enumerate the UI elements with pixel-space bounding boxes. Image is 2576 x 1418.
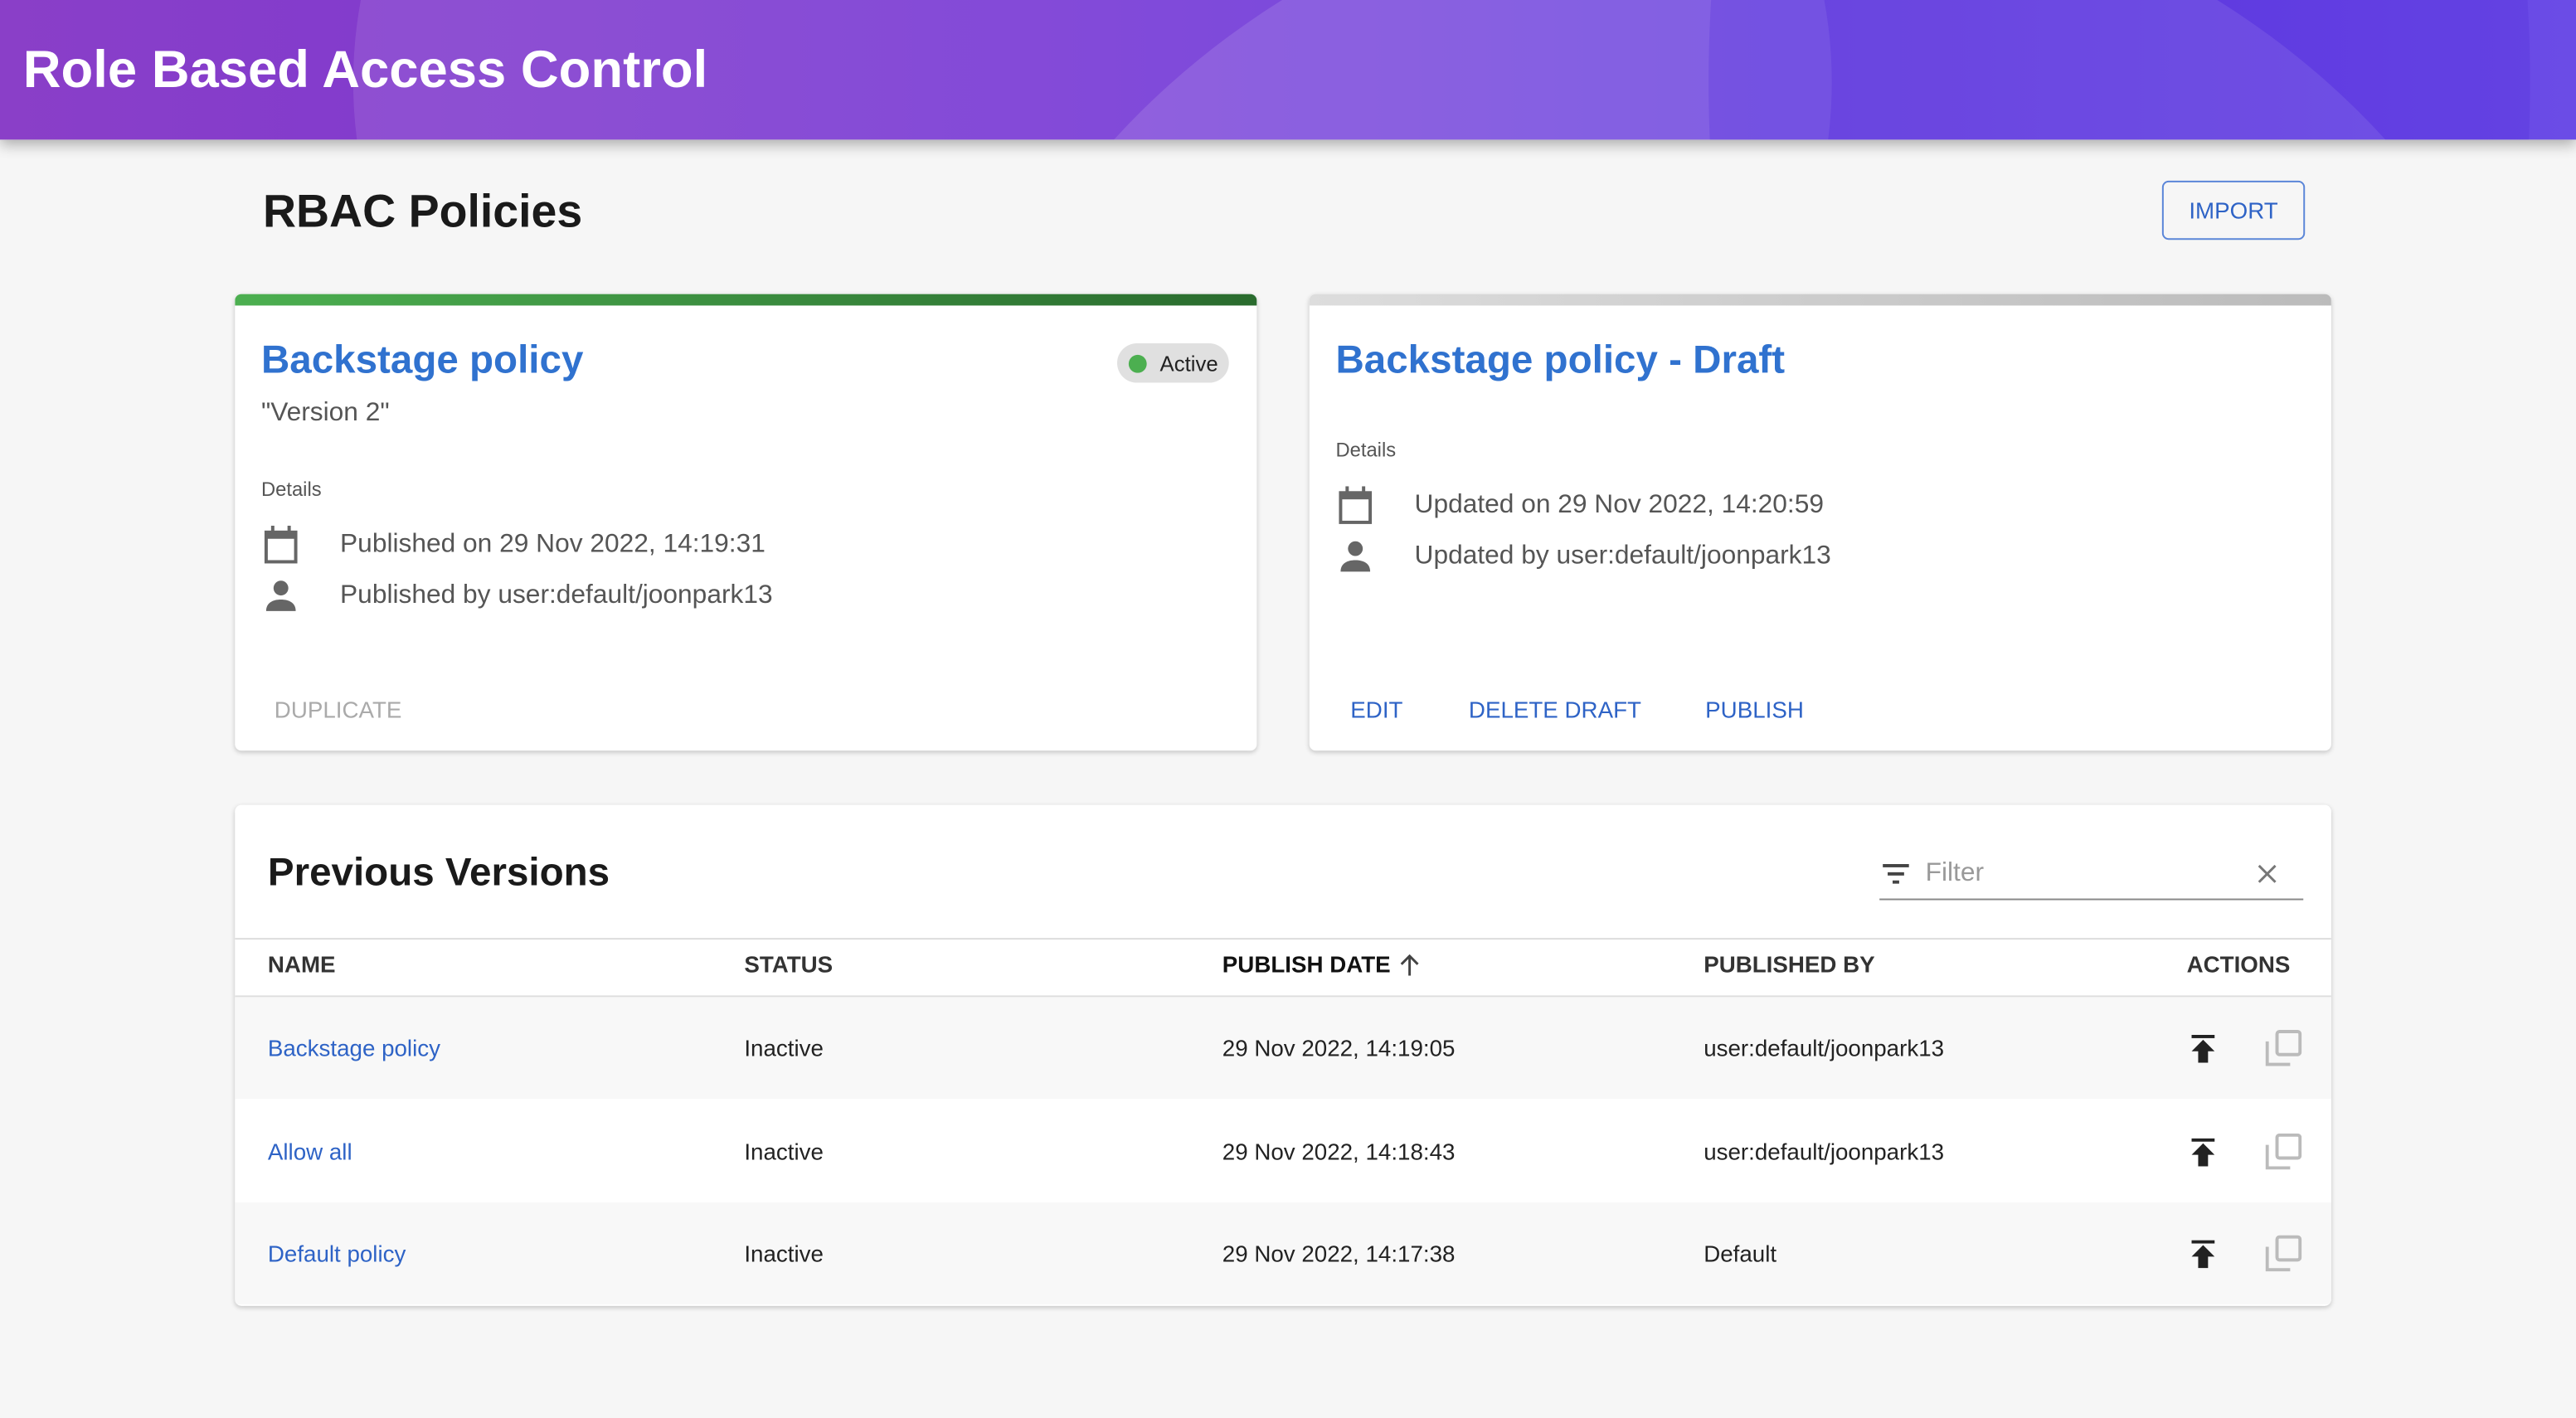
- duplicate-icon[interactable]: [2265, 1132, 2302, 1169]
- policy-description: "Version 2": [260, 399, 390, 428]
- active-policy-card: Backstage policy Active "Version 2" Deta…: [235, 294, 1257, 751]
- calendar-icon: [264, 525, 298, 564]
- header-decoration: [1708, 0, 2530, 140]
- draft-policy-card: Backstage policy - Draft Details Updated…: [1309, 294, 2331, 751]
- table-row: Backstage policy Inactive 29 Nov 2022, 1…: [235, 997, 2331, 1100]
- duplicate-icon[interactable]: [2265, 1235, 2302, 1272]
- policy-status: Inactive: [744, 1034, 824, 1061]
- status-bar: [1309, 294, 2331, 306]
- delete-draft-button[interactable]: DELETE DRAFT: [1469, 697, 1641, 723]
- status-label: Active: [1159, 350, 1218, 376]
- policy-status: Inactive: [744, 1240, 824, 1267]
- filter-icon: [1883, 863, 1909, 884]
- publish-date: 29 Nov 2022, 14:19:05: [1222, 1034, 1456, 1061]
- policy-name-link[interactable]: Default policy: [268, 1241, 406, 1267]
- policy-status: Inactive: [744, 1137, 824, 1164]
- filter-placeholder: Filter: [1925, 859, 1985, 887]
- details-label: Details: [1335, 438, 1397, 462]
- restore-publish-icon[interactable]: [2190, 1137, 2217, 1166]
- table-title: Previous Versions: [267, 851, 610, 896]
- table-row: Default policy Inactive 29 Nov 2022, 14:…: [235, 1202, 2331, 1304]
- previous-versions-table: Previous Versions Filter Name Status Pub…: [235, 804, 2331, 1306]
- policy-name-link[interactable]: Backstage policy: [268, 1035, 440, 1061]
- app-header: Role Based Access Control: [0, 0, 2576, 140]
- column-published-by[interactable]: Published By: [1704, 951, 1874, 978]
- edit-button[interactable]: EDIT: [1350, 697, 1402, 723]
- published-by: user:default/joonpark13: [1704, 1137, 1945, 1164]
- published-by: user:default/joonpark13: [1704, 1034, 1945, 1061]
- details-label: Details: [260, 478, 322, 502]
- column-status[interactable]: Status: [744, 951, 833, 978]
- duplicate-icon[interactable]: [2265, 1030, 2302, 1066]
- column-name[interactable]: Name: [268, 951, 336, 978]
- policy-name-link[interactable]: Allow all: [268, 1138, 352, 1164]
- clear-filter-icon[interactable]: [2258, 864, 2277, 884]
- person-icon: [1340, 541, 1371, 572]
- page-title: RBAC Policies: [262, 185, 583, 237]
- app-title: Role Based Access Control: [22, 39, 708, 99]
- duplicate-button[interactable]: DUPLICATE: [275, 697, 402, 723]
- column-publish-date-label: Publish Date: [1222, 950, 1391, 978]
- updated-on-row: Updated on 29 Nov 2022, 14:20:59: [1337, 486, 1824, 526]
- restore-publish-icon[interactable]: [2190, 1034, 2217, 1063]
- table-row: Allow all Inactive 29 Nov 2022, 14:18:43…: [235, 1100, 2331, 1202]
- updated-by-row: Updated by user:default/joonpark13: [1337, 541, 1831, 574]
- updated-by: Updated by user:default/joonpark13: [1414, 541, 1831, 571]
- publish-date: 29 Nov 2022, 14:18:43: [1222, 1137, 1456, 1164]
- column-publish-date[interactable]: Publish Date: [1222, 951, 1421, 978]
- active-dot-icon: [1128, 353, 1147, 372]
- updated-on: Updated on 29 Nov 2022, 14:20:59: [1414, 491, 1824, 519]
- published-by: Published by user:default/joonpark13: [340, 581, 773, 609]
- calendar-icon: [1339, 486, 1373, 524]
- publish-button[interactable]: PUBLISH: [1705, 697, 1804, 723]
- published-on-row: Published on 29 Nov 2022, 14:19:31: [263, 525, 766, 566]
- published-by: Default: [1704, 1240, 1777, 1267]
- draft-title[interactable]: Backstage policy - Draft: [1335, 338, 1785, 384]
- published-by-row: Published by user:default/joonpark13: [263, 580, 773, 613]
- published-on: Published on 29 Nov 2022, 14:19:31: [340, 530, 766, 559]
- restore-publish-icon[interactable]: [2190, 1240, 2217, 1269]
- status-bar: [235, 294, 1257, 306]
- import-button[interactable]: IMPORT: [2161, 180, 2306, 240]
- sort-ascending-icon: [1401, 953, 1420, 975]
- status-badge: Active: [1117, 343, 1229, 383]
- column-actions: Actions: [2186, 950, 2291, 978]
- policy-title[interactable]: Backstage policy: [261, 338, 583, 384]
- publish-date: 29 Nov 2022, 14:17:38: [1222, 1240, 1456, 1267]
- person-icon: [265, 580, 296, 611]
- filter-input[interactable]: Filter: [1879, 851, 2304, 901]
